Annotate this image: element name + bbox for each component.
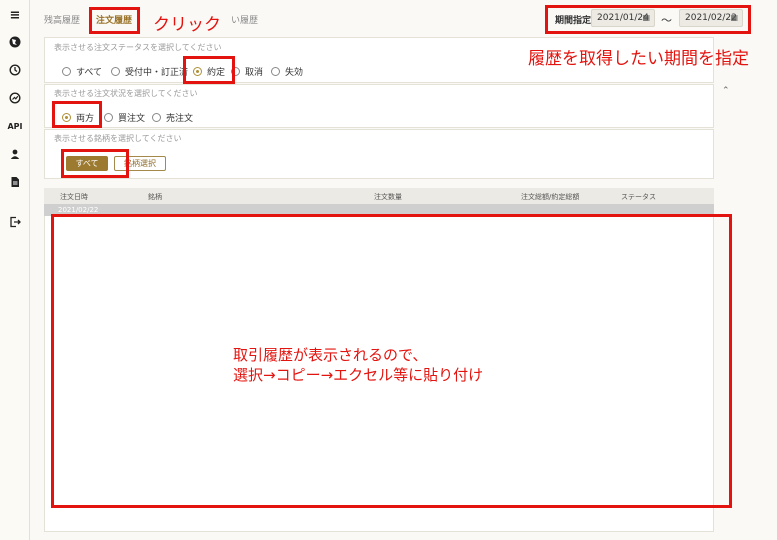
status-filter-hint: 表示させる注文ステータスを選択してください [54,43,222,52]
history-icon[interactable] [0,64,30,79]
menu-icon[interactable]: ≡ [0,8,30,23]
document-icon[interactable] [0,176,30,191]
result-annotation-line2: 選択→コピー→エクセル等に貼り付け [233,366,484,384]
status-radio-cancelled[interactable]: 取消 [231,65,263,78]
result-annotation-line1: 取引履歴が表示されるので、 [233,346,428,364]
column-total: 注文総額/約定総額 [521,193,580,201]
column-order-datetime: 注文日時 [60,193,88,201]
highlight-both-radio [52,101,102,128]
tab-hidden-history[interactable]: い履歴 [231,13,258,26]
side-radio-sell[interactable]: 売注文 [152,111,193,124]
sidebar: ≡ API [0,0,30,540]
chart-icon[interactable] [0,92,30,107]
tab-balance-history[interactable]: 残高履歴 [44,13,80,26]
column-quantity: 注文数量 [374,193,402,201]
period-annotation: 履歴を取得したい期間を指定 [528,49,749,69]
side-filter-hint: 表示させる注文状況を選択してください [54,89,198,98]
highlight-executed-radio [183,56,235,84]
status-radio-all[interactable]: すべて [62,65,102,78]
highlight-all-symbols-button [61,149,129,178]
highlight-order-history-tab [89,7,140,34]
column-status: ステータス [621,193,656,201]
table-header: 注文日時 銘柄 注文数量 注文総額/約定総額 ステータス [44,188,714,204]
globe-icon[interactable] [0,36,30,51]
symbol-filter-hint: 表示させる銘柄を選択してください [54,134,182,143]
logout-icon[interactable] [0,216,30,231]
api-icon[interactable]: API [0,122,30,131]
side-radio-buy[interactable]: 買注文 [104,111,145,124]
click-annotation: クリック [153,15,221,35]
status-radio-expired[interactable]: 失効 [271,65,303,78]
column-symbol: 銘柄 [148,193,162,201]
chevron-up-icon[interactable]: ⌃ [722,86,730,96]
highlight-period [545,5,751,34]
status-radio-pending[interactable]: 受付中・訂正済 [111,65,188,78]
user-icon[interactable] [0,148,30,163]
